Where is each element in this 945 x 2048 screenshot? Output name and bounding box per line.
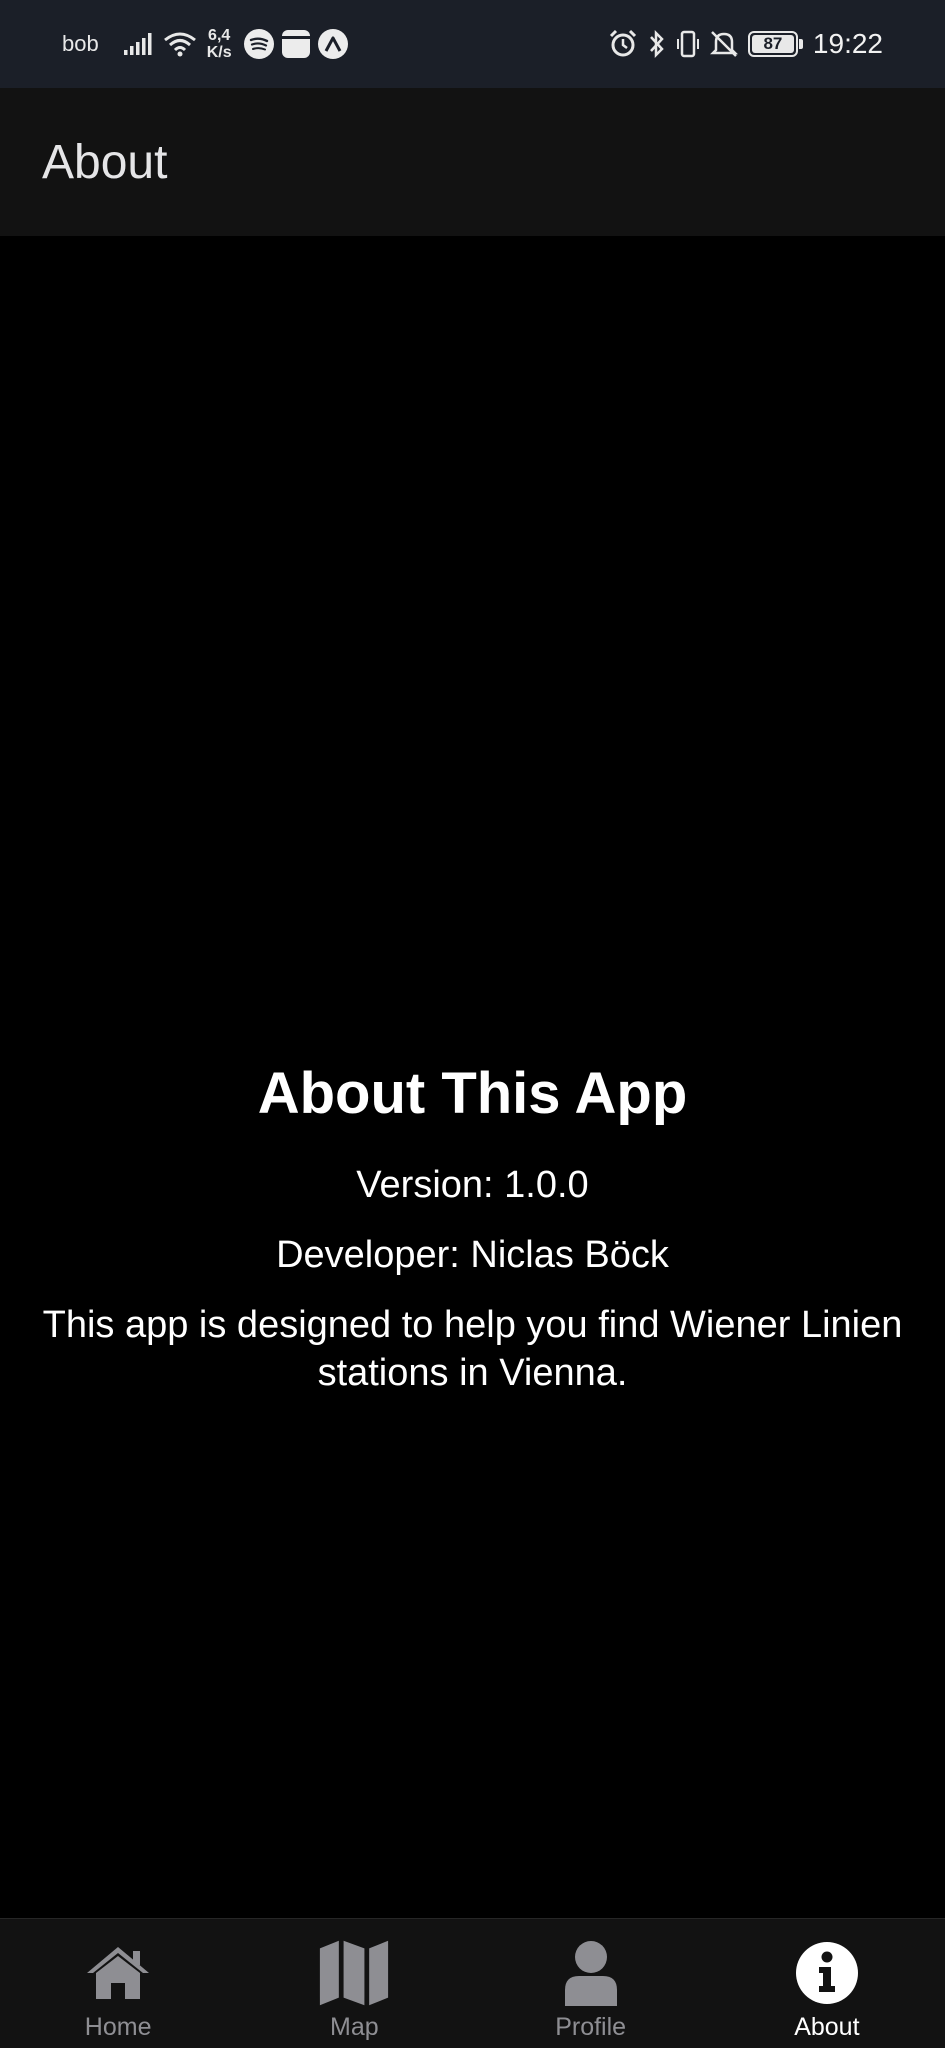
wifi-icon [163, 31, 197, 57]
bluetooth-icon [648, 29, 666, 59]
tab-about[interactable]: About [709, 1919, 945, 2048]
app-icon [317, 29, 348, 59]
tab-home-label: Home [84, 2013, 152, 2041]
signal-icon [123, 32, 153, 56]
status-right: 87 19:22 [608, 28, 883, 60]
tab-profile[interactable]: Profile [473, 1919, 709, 2048]
app-header: About [0, 88, 945, 236]
version-text: Version: 1.0.0 [356, 1164, 589, 1206]
tab-home[interactable]: Home [0, 1919, 236, 2048]
map-icon [318, 1937, 390, 2009]
carrier-name: bob [62, 31, 99, 56]
developer-text: Developer: Niclas Böck [276, 1234, 669, 1276]
description-text: This app is designed to help you find Wi… [42, 1304, 903, 1394]
bottom-tab-bar: Home Map Profile About [0, 1918, 945, 2048]
battery-icon: 87 [747, 31, 803, 57]
page-title: About [42, 135, 168, 189]
status-left: bob 6,4 K/s [62, 27, 356, 61]
alarm-icon [608, 29, 638, 59]
vibrate-icon [676, 29, 700, 59]
network-speed: 6,4 K/s [207, 27, 232, 61]
network-speed-unit: K/s [206, 44, 232, 61]
tab-profile-label: Profile [555, 2013, 627, 2041]
spotify-icon [243, 29, 274, 59]
tab-about-label: About [794, 2013, 860, 2041]
info-icon [791, 1937, 863, 2009]
tab-map[interactable]: Map [236, 1919, 472, 2048]
about-screen: bob 6,4 K/s 87 19:22 About About This Ap… [0, 0, 945, 2048]
clock: 19:22 [812, 28, 883, 59]
status-bar: bob 6,4 K/s 87 19:22 [0, 0, 945, 88]
home-icon [82, 1937, 154, 2009]
about-content: About This App Version: 1.0.0 Developer:… [0, 1060, 945, 1397]
tab-map-label: Map [330, 2013, 379, 2041]
battery-level: 87 [751, 34, 794, 53]
calendar-icon [281, 30, 310, 58]
about-heading: About This App [257, 1061, 688, 1126]
network-speed-value: 6,4 [208, 27, 231, 44]
mute-icon [709, 29, 738, 59]
profile-icon [555, 1937, 627, 2009]
